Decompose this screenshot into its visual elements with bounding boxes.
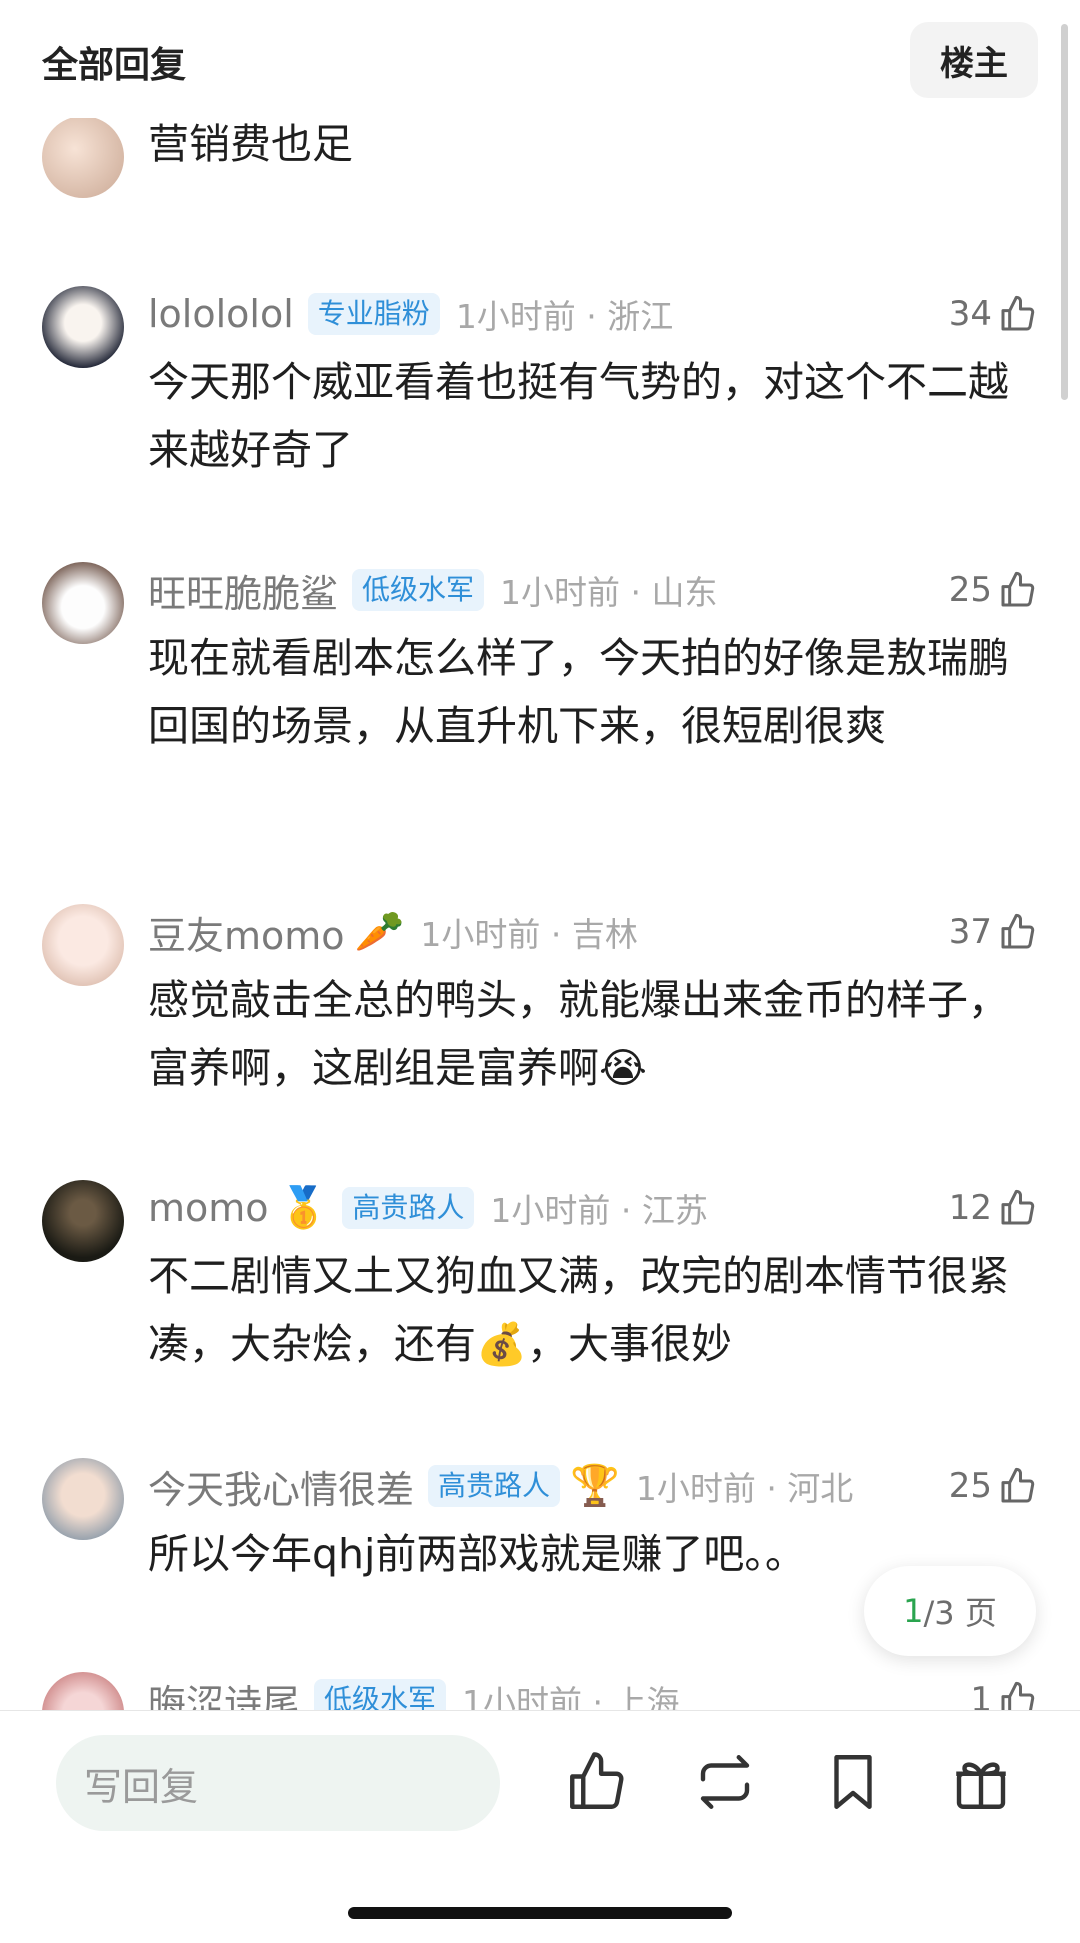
comment-time-location: 1小时前 · 河北 bbox=[635, 1469, 854, 1508]
comment-text: 营销费也足 bbox=[148, 120, 353, 168]
avatar[interactable] bbox=[42, 1180, 124, 1262]
like-count: 1 bbox=[970, 1680, 992, 1710]
username[interactable]: 豆友momo bbox=[148, 905, 345, 960]
fan-level-badge: 高贵路人 bbox=[342, 1187, 475, 1229]
repost-icon[interactable] bbox=[692, 1749, 758, 1815]
avatar[interactable] bbox=[42, 1672, 124, 1710]
current-page: 1 bbox=[903, 1592, 924, 1630]
gold-medal-icon: 🥇 bbox=[278, 1185, 329, 1231]
bookmark-icon[interactable] bbox=[820, 1749, 886, 1815]
like-button[interactable]: 1 bbox=[970, 1672, 1038, 1710]
comment-time-location: 1小时前 · 浙江 bbox=[455, 297, 674, 336]
thumbs-up-icon bbox=[1001, 571, 1035, 607]
scrollbar[interactable] bbox=[1061, 24, 1068, 400]
thumbs-up-icon bbox=[1001, 1189, 1035, 1225]
username[interactable]: 今天我心情很差 bbox=[148, 1459, 414, 1514]
top-header: 全部回复 楼主 bbox=[0, 0, 1080, 118]
comment-time-location: 1小时前 · 山东 bbox=[500, 573, 718, 612]
page-indicator[interactable]: 1 /3 页 bbox=[864, 1566, 1036, 1656]
thumbs-up-icon bbox=[1001, 913, 1035, 949]
carrot-badge-icon: 🥕 bbox=[354, 909, 405, 955]
home-indicator[interactable] bbox=[348, 1907, 732, 1919]
comment-time-location: 1小时前 · 江苏 bbox=[490, 1191, 708, 1230]
like-count: 34 bbox=[948, 294, 992, 334]
comment-meta: 晦涩诗尾 低级水军 1小时前 · 上海 bbox=[148, 1672, 680, 1710]
username[interactable]: lolololol bbox=[148, 292, 294, 336]
comment-meta: 旺旺脆脆鲨 低级水军 1小时前 · 山东 bbox=[148, 562, 718, 618]
avatar[interactable] bbox=[42, 286, 124, 368]
thumbs-up-icon bbox=[1001, 1467, 1035, 1503]
avatar[interactable] bbox=[42, 116, 124, 198]
like-count: 25 bbox=[948, 570, 992, 610]
comment-meta: lolololol 专业脂粉 1小时前 · 浙江 bbox=[148, 286, 673, 342]
like-button[interactable]: 34 bbox=[949, 286, 1038, 342]
like-button[interactable]: 12 bbox=[949, 1180, 1038, 1236]
comment-text: 不二剧情又土又狗血又满，改完的剧本情节很紧凑，大杂烩，还有💰，大事很妙 bbox=[148, 1252, 1009, 1368]
username[interactable]: 晦涩诗尾 bbox=[148, 1673, 300, 1711]
total-pages: /3 页 bbox=[923, 1594, 997, 1632]
username[interactable]: 旺旺脆脆鲨 bbox=[148, 563, 338, 618]
fan-level-badge: 低级水军 bbox=[352, 569, 485, 611]
comment-text: 今天那个威亚看着也挺有气势的，对这个不二越来越好奇了 bbox=[148, 358, 1009, 474]
like-count: 37 bbox=[948, 912, 992, 952]
comment-meta: 豆友momo 🥕 1小时前 · 吉林 bbox=[148, 904, 638, 960]
thumbs-up-icon[interactable] bbox=[564, 1749, 630, 1815]
fan-level-badge: 高贵路人 bbox=[428, 1465, 561, 1507]
avatar[interactable] bbox=[42, 904, 124, 986]
avatar[interactable] bbox=[42, 1458, 124, 1540]
comment-feed: 营销费也足 lolololol 专业脂粉 1小时前 · 浙江 34 今天那个威亚… bbox=[0, 0, 1080, 1710]
comment-text: 感觉敲击全总的鸭头，就能爆出来金币的样子，富养啊，这剧组是富养啊😭 bbox=[148, 976, 1009, 1092]
thumbs-up-icon bbox=[1001, 295, 1035, 331]
comment-time-location: 1小时前 · 吉林 bbox=[420, 915, 638, 954]
gift-icon[interactable] bbox=[948, 1749, 1014, 1815]
comment-text: 现在就看剧本怎么样了，今天拍的好像是敖瑞鹏回国的场景，从直升机下来，很短剧很爽 bbox=[148, 634, 1009, 750]
username[interactable]: momo bbox=[148, 1186, 269, 1230]
like-count: 25 bbox=[948, 1466, 992, 1506]
avatar[interactable] bbox=[42, 562, 124, 644]
trophy-badge-icon: 🏆 bbox=[570, 1463, 620, 1509]
like-button[interactable]: 25 bbox=[949, 1458, 1038, 1514]
thumbs-up-icon bbox=[1001, 1681, 1035, 1710]
comment-time-location: 1小时前 · 上海 bbox=[462, 1683, 680, 1710]
like-button[interactable]: 37 bbox=[949, 904, 1038, 960]
reply-input[interactable]: 写回复 bbox=[56, 1735, 500, 1831]
bottom-action-bar: 写回复 bbox=[0, 1710, 1080, 1943]
op-only-button[interactable]: 楼主 bbox=[910, 22, 1038, 98]
like-button[interactable]: 25 bbox=[949, 562, 1038, 618]
comment-meta: momo 🥇 高贵路人 1小时前 · 江苏 bbox=[148, 1180, 708, 1236]
comment-meta: 今天我心情很差 高贵路人 🏆 1小时前 · 河北 bbox=[148, 1458, 853, 1514]
page-title: 全部回复 bbox=[42, 45, 187, 86]
fan-level-badge: 低级水军 bbox=[314, 1679, 447, 1710]
like-count: 12 bbox=[948, 1188, 992, 1228]
fan-level-badge: 专业脂粉 bbox=[307, 293, 440, 335]
